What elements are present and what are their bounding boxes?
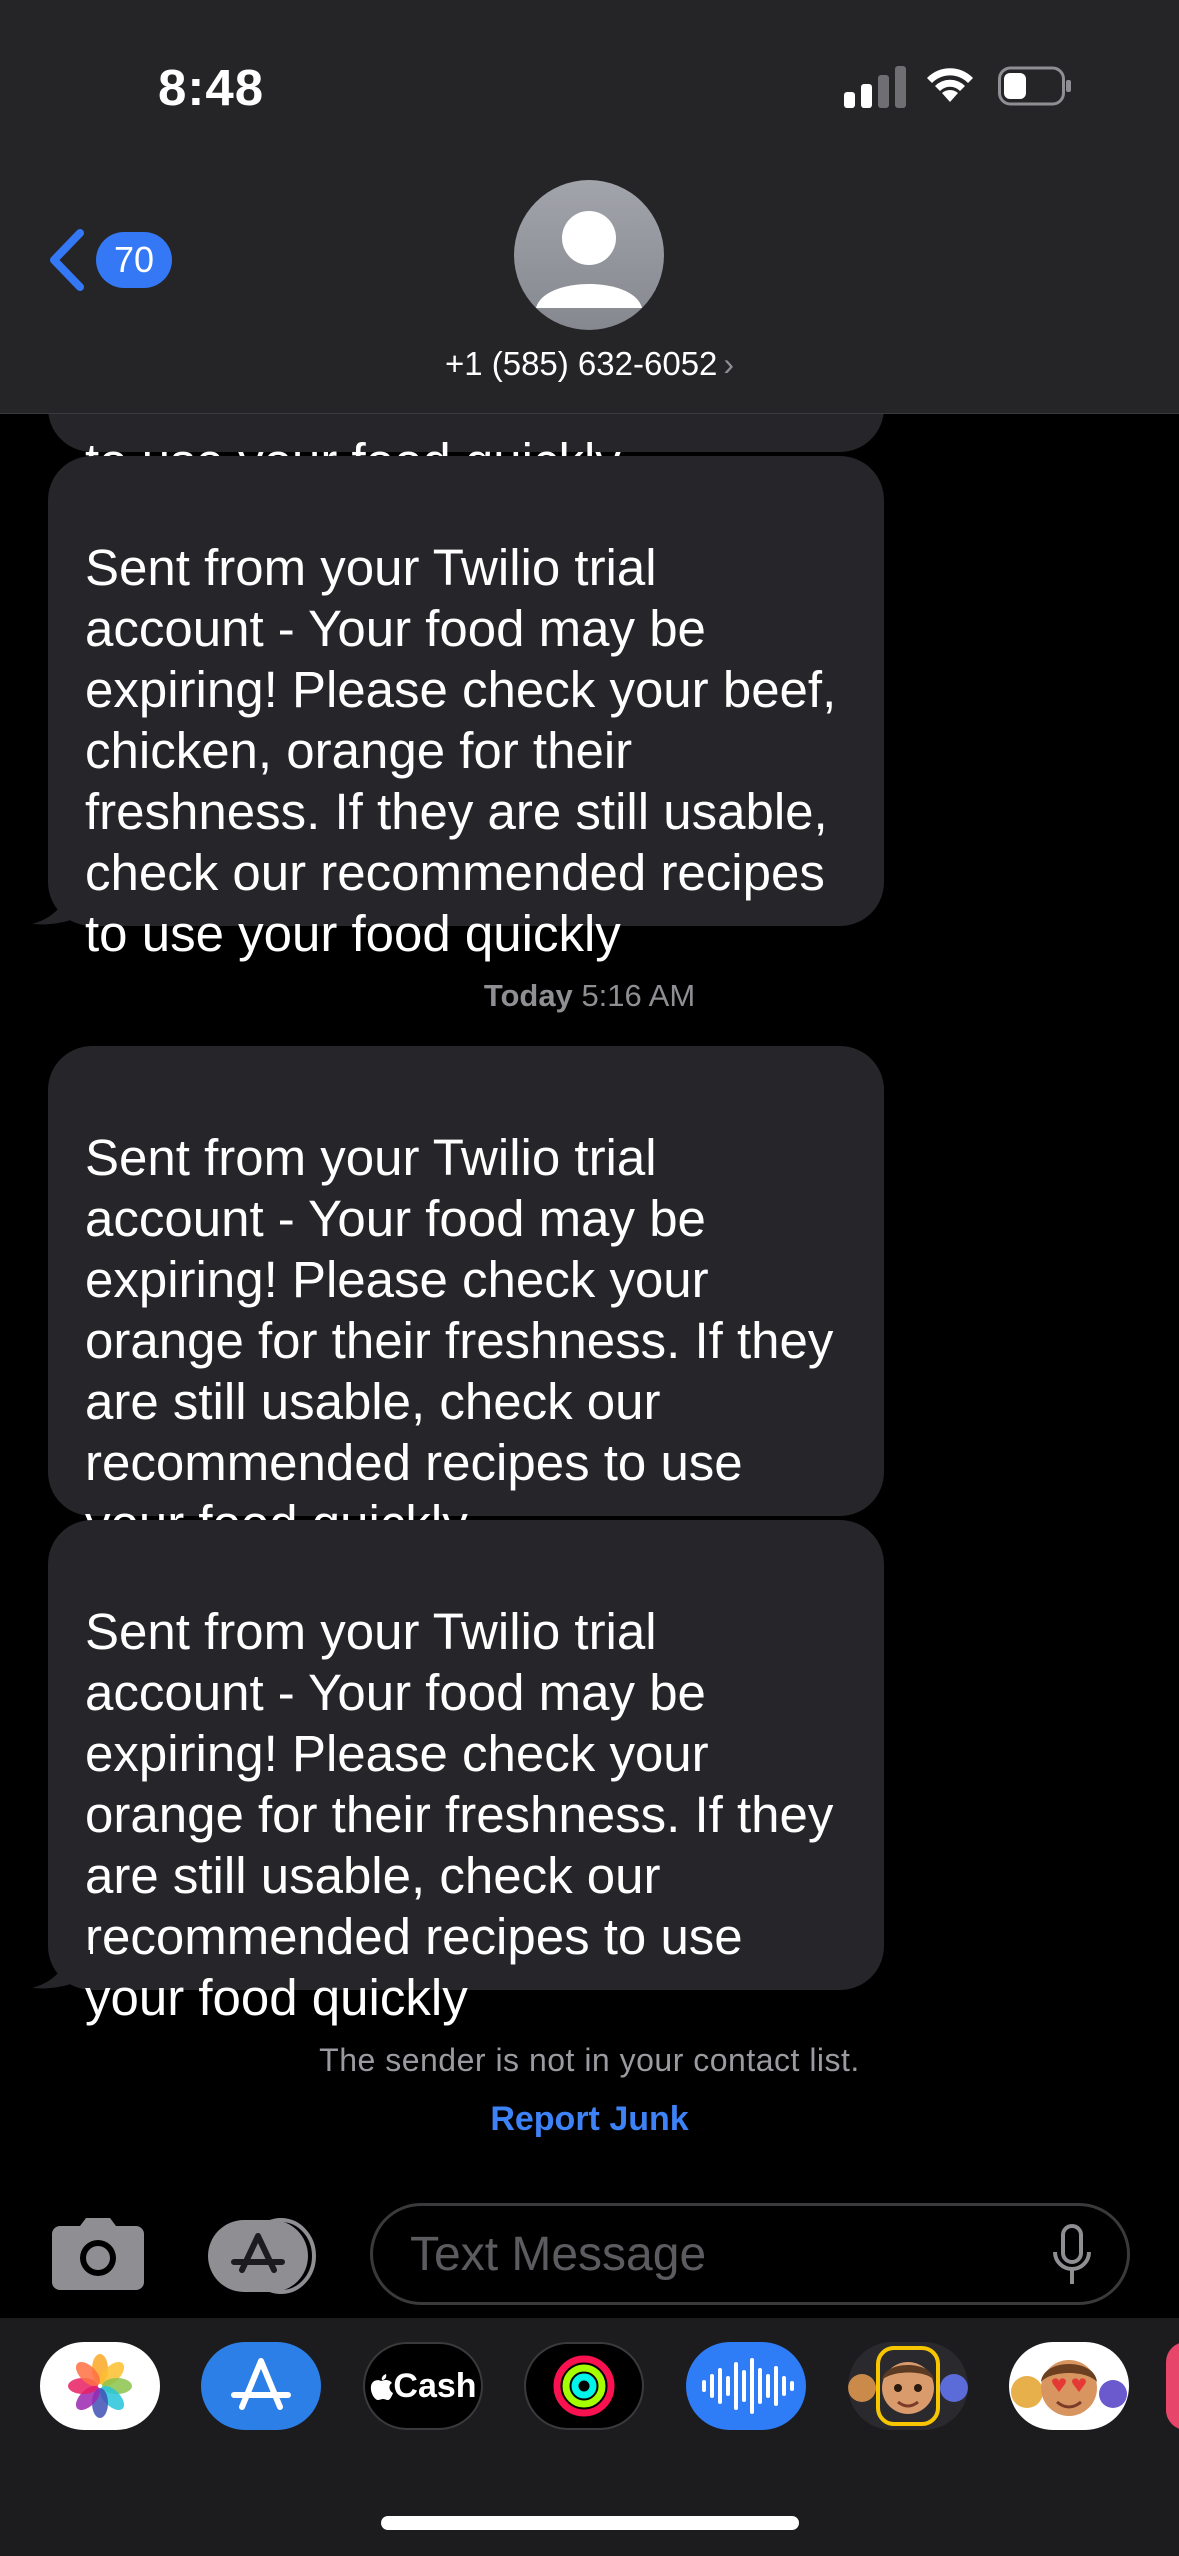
animoji-app-button[interactable] — [1009, 2342, 1129, 2430]
unread-count-badge: 70 — [96, 232, 172, 288]
app-store-icon — [231, 2358, 291, 2410]
battery-icon — [998, 66, 1071, 106]
message-bubble[interactable]: Sent from your Twilio trial account - Yo… — [48, 1520, 884, 2026]
bubble-tail — [32, 1950, 90, 1989]
apple-cash-label: Cash — [393, 2366, 477, 2405]
back-button[interactable]: 70 — [44, 220, 204, 300]
timestamp: Today 5:16 AM — [0, 978, 1179, 1014]
home-indicator[interactable] — [381, 2516, 799, 2530]
animoji-icon — [1011, 2360, 1127, 2416]
message-bubble[interactable]: Sent from your Twilio trial account - Yo… — [48, 1046, 884, 1552]
message-text: Sent from your Twilio trial account - Yo… — [85, 539, 837, 962]
contact-number-text: +1 (585) 632-6052 — [444, 345, 718, 382]
app-store-button[interactable] — [208, 2218, 320, 2294]
message-bubble[interactable]: Sent from your Twilio trial account - Yo… — [48, 456, 884, 962]
status-time: 8:48 — [158, 59, 265, 116]
audio-message-app-button[interactable] — [686, 2342, 806, 2430]
chevron-right-icon: › — [723, 346, 735, 382]
unknown-sender-notice: The sender is not in your contact list. — [319, 2042, 860, 2078]
wifi-icon — [927, 68, 973, 102]
fitness-activity-icon — [553, 2355, 615, 2417]
conversation-header: 8:48 70 +1 (585) 632-6052 › — [0, 0, 1179, 414]
photos-app-button[interactable] — [40, 2342, 160, 2430]
report-junk-link[interactable]: Report Junk — [0, 2100, 1179, 2139]
person-icon — [536, 211, 642, 308]
audio-message-icon — [702, 2358, 794, 2414]
fitness-app-button[interactable] — [524, 2342, 644, 2430]
contact-number[interactable]: +1 (585) 632-6052 › — [0, 345, 1179, 383]
app-store-icon — [208, 2218, 316, 2294]
more-apps-partial[interactable] — [1166, 2342, 1179, 2430]
message-text: Sent from your Twilio trial account - Yo… — [85, 1603, 834, 2026]
message-input-placeholder: Text Message — [410, 2228, 707, 2281]
bubble-tail — [32, 886, 90, 925]
message-text: Sent from your Twilio trial account - Yo… — [85, 1129, 834, 1552]
memoji-app-button[interactable] — [848, 2342, 968, 2430]
app-store-app-button[interactable] — [201, 2342, 321, 2430]
contact-avatar[interactable] — [514, 180, 664, 330]
cellular-signal-icon — [844, 62, 906, 108]
apple-cash-app-button[interactable]: Cash — [363, 2342, 483, 2430]
timestamp-time: 5:16 AM — [581, 978, 696, 1013]
chevron-left-icon — [50, 229, 84, 291]
timestamp-day: Today — [483, 978, 573, 1013]
microphone-icon[interactable] — [1052, 2224, 1092, 2288]
camera-icon[interactable] — [52, 2218, 144, 2290]
apple-logo-icon — [371, 2374, 394, 2400]
photos-icon — [68, 2354, 132, 2418]
memoji-icon — [848, 2346, 968, 2426]
